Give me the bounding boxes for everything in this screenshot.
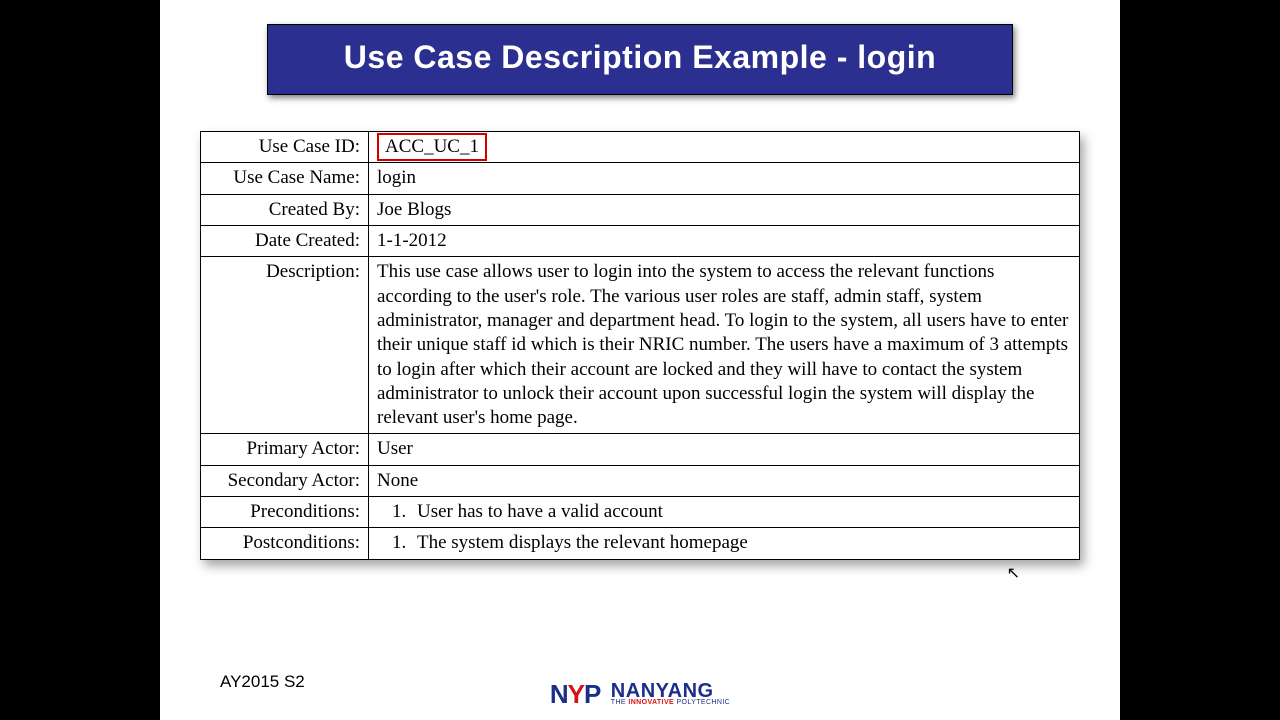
value-primary-actor: User xyxy=(369,434,1080,465)
row-date-created: Date Created: 1-1-2012 xyxy=(201,225,1080,256)
value-postconditions: The system displays the relevant homepag… xyxy=(369,528,1080,559)
label-date-created: Date Created: xyxy=(201,225,369,256)
row-use-case-name: Use Case Name: login xyxy=(201,163,1080,194)
value-use-case-id: ACC_UC_1 xyxy=(369,132,1080,163)
row-use-case-id: Use Case ID: ACC_UC_1 xyxy=(201,132,1080,163)
row-primary-actor: Primary Actor: User xyxy=(201,434,1080,465)
use-case-table: Use Case ID: ACC_UC_1 Use Case Name: log… xyxy=(200,131,1080,560)
logo-n: N xyxy=(550,679,568,709)
logo-line2: THE INNOVATIVE POLYTECHNIC xyxy=(611,700,730,706)
row-preconditions: Preconditions: User has to have a valid … xyxy=(201,497,1080,528)
use-case-table-wrap: Use Case ID: ACC_UC_1 Use Case Name: log… xyxy=(200,131,1080,560)
label-description: Description: xyxy=(201,257,369,434)
slide-title: Use Case Description Example - login xyxy=(344,39,936,75)
label-secondary-actor: Secondary Actor: xyxy=(201,465,369,496)
slide-title-box: Use Case Description Example - login xyxy=(267,24,1013,95)
row-postconditions: Postconditions: The system displays the … xyxy=(201,528,1080,559)
label-postconditions: Postconditions: xyxy=(201,528,369,559)
logo-line2-b: INNOVATIVE xyxy=(628,699,674,706)
value-description: This use case allows user to login into … xyxy=(369,257,1080,434)
precondition-item: User has to have a valid account xyxy=(411,500,1071,524)
logo-text: NANYANG THE INNOVATIVE POLYTECHNIC xyxy=(611,682,730,706)
label-primary-actor: Primary Actor: xyxy=(201,434,369,465)
value-preconditions: User has to have a valid account xyxy=(369,497,1080,528)
logo-y: Y xyxy=(568,679,584,709)
row-secondary-actor: Secondary Actor: None xyxy=(201,465,1080,496)
logo-line2-a: THE xyxy=(611,699,629,706)
postcondition-item: The system displays the relevant homepag… xyxy=(411,531,1071,555)
cursor-icon: ↖ xyxy=(1007,563,1020,583)
nyp-logo: NYP NANYANG THE INNOVATIVE POLYTECHNIC xyxy=(550,679,730,710)
slide: Use Case Description Example - login Use… xyxy=(160,0,1120,720)
logo-line2-c: POLYTECHNIC xyxy=(674,699,730,706)
logo-line1: NANYANG xyxy=(611,682,730,700)
label-use-case-id: Use Case ID: xyxy=(201,132,369,163)
label-preconditions: Preconditions: xyxy=(201,497,369,528)
label-use-case-name: Use Case Name: xyxy=(201,163,369,194)
value-created-by: Joe Blogs xyxy=(369,194,1080,225)
label-created-by: Created By: xyxy=(201,194,369,225)
value-use-case-name: login xyxy=(369,163,1080,194)
logo-p: P xyxy=(584,679,600,709)
row-description: Description: This use case allows user t… xyxy=(201,257,1080,434)
highlight-use-case-id: ACC_UC_1 xyxy=(377,133,487,161)
footer-text: AY2015 S2 xyxy=(220,672,305,692)
value-date-created: 1-1-2012 xyxy=(369,225,1080,256)
logo-initials: NYP xyxy=(550,679,600,710)
row-created-by: Created By: Joe Blogs xyxy=(201,194,1080,225)
value-secondary-actor: None xyxy=(369,465,1080,496)
